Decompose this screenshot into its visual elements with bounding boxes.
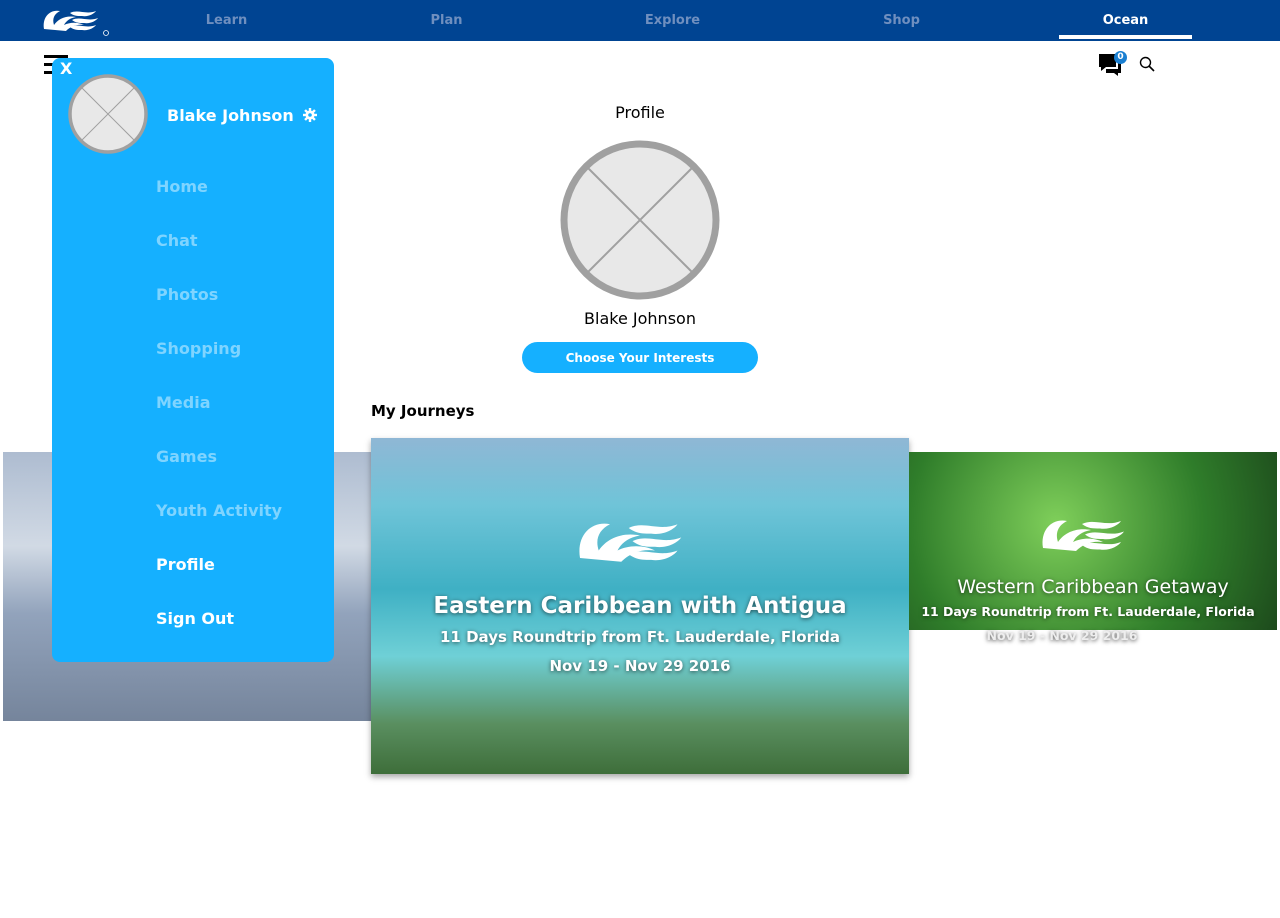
nav-explore[interactable]: Explore [606,0,739,41]
brand-logo [579,523,682,562]
journey-subtitle: 11 Days Roundtrip from Ft. Lauderdale, F… [439,628,841,646]
menu-item-games[interactable]: Games [156,447,217,466]
profile-avatar[interactable] [560,140,720,300]
menu-item-media[interactable]: Media [156,393,211,412]
journey-title: Eastern Caribbean with Antigua [433,593,847,619]
menu-item-chat[interactable]: Chat [156,231,198,250]
menu-user-name: Blake Johnson [167,106,294,125]
menu-item-youth-activity[interactable]: Youth Activity [156,501,282,520]
brand-logo [1042,520,1124,551]
journey-dates: Nov 19 - Nov 29 2016 [549,657,731,675]
menu-item-home[interactable]: Home [156,177,208,196]
journey-subtitle: 11 Days Roundtrip from Ft. Lauderdale, F… [921,604,1255,619]
nav-ocean[interactable]: Ocean [1059,0,1192,41]
menu-item-photos[interactable]: Photos [156,285,218,304]
top-nav-bar: Learn Plan Explore Shop Ocean [0,0,1280,41]
nav-learn[interactable]: Learn [160,0,293,41]
menu-item-sign-out[interactable]: Sign Out [156,609,234,628]
search-icon[interactable] [1139,56,1155,72]
journey-title: Western Caribbean Getaway [957,576,1229,598]
journey-dates: Nov 19 - Nov 29 2016 [986,628,1138,643]
menu-item-profile[interactable]: Profile [156,555,215,574]
nav-plan[interactable]: Plan [380,0,513,41]
gear-icon[interactable] [303,108,317,122]
menu-avatar[interactable] [68,74,148,154]
brand-logo[interactable] [42,5,110,37]
side-menu-panel: X Blake Johnson Home Chat Photos Shoppin… [52,58,334,662]
chat-badge: 0 [1114,51,1127,64]
journey-card-eastern-caribbean[interactable]: Eastern Caribbean with Antigua 11 Days R… [371,438,909,774]
my-journeys-heading: My Journeys [371,402,475,420]
menu-item-shopping[interactable]: Shopping [156,339,241,358]
nav-shop[interactable]: Shop [835,0,968,41]
journey-card-western-caribbean[interactable]: Western Caribbean Getaway 11 Days Roundt… [909,452,1277,630]
choose-interests-button[interactable]: Choose Your Interests [522,342,758,373]
